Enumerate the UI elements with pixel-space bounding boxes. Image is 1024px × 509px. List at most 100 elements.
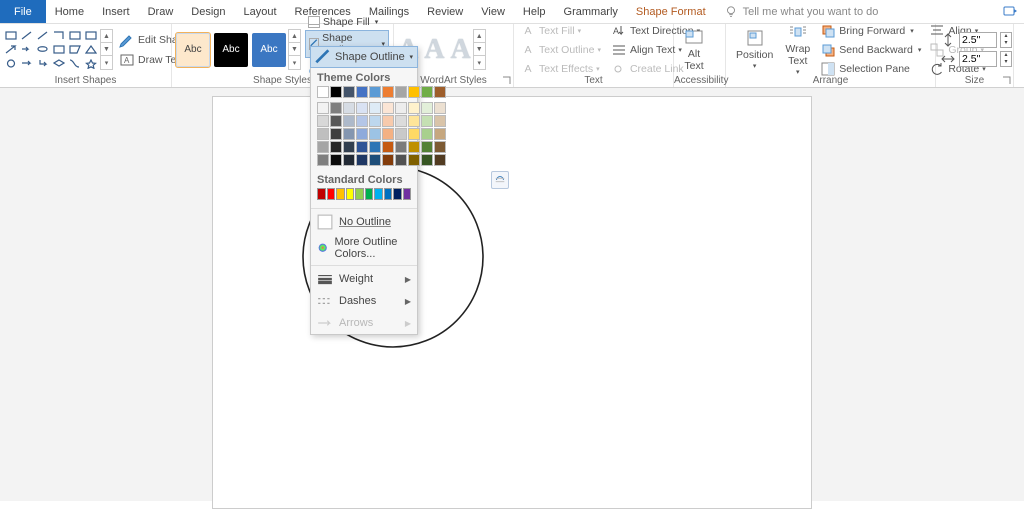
alt-text-button[interactable]: Alt Text xyxy=(678,27,710,72)
color-swatch[interactable] xyxy=(355,188,364,200)
weight-item[interactable]: Weight ▶ xyxy=(311,268,417,290)
gallery-more-icon[interactable]: ▾ xyxy=(289,56,300,69)
color-swatch[interactable] xyxy=(369,86,381,98)
color-swatch[interactable] xyxy=(356,128,368,140)
tab-home[interactable]: Home xyxy=(46,0,93,23)
gallery-down-icon[interactable]: ▼ xyxy=(289,43,300,56)
color-swatch[interactable] xyxy=(384,188,393,200)
tab-file[interactable]: File xyxy=(0,0,46,23)
layout-options-button[interactable] xyxy=(491,171,509,189)
style-tile-1[interactable]: Abc xyxy=(176,33,210,67)
color-swatch[interactable] xyxy=(395,154,407,166)
color-swatch[interactable] xyxy=(356,154,368,166)
color-swatch[interactable] xyxy=(434,86,446,98)
width-input[interactable] xyxy=(959,51,997,67)
color-swatch[interactable] xyxy=(365,188,374,200)
color-swatch[interactable] xyxy=(421,102,433,114)
tab-layout[interactable]: Layout xyxy=(235,0,286,23)
theme-colors-row[interactable] xyxy=(311,86,417,102)
height-input[interactable] xyxy=(959,32,997,48)
shape-outline-header[interactable]: Shape Outline ▾ xyxy=(310,46,418,68)
color-swatch[interactable] xyxy=(382,128,394,140)
color-swatch[interactable] xyxy=(317,188,326,200)
gallery-down-icon[interactable]: ▼ xyxy=(474,43,485,56)
color-swatch[interactable] xyxy=(330,102,342,114)
color-swatch[interactable] xyxy=(434,154,446,166)
color-swatch[interactable] xyxy=(317,102,329,114)
color-swatch[interactable] xyxy=(356,115,368,127)
color-swatch[interactable] xyxy=(330,128,342,140)
tab-view[interactable]: View xyxy=(472,0,514,23)
style-tile-2[interactable]: Abc xyxy=(214,33,248,67)
color-swatch[interactable] xyxy=(317,141,329,153)
wordart-gallery-nav[interactable]: ▲ ▼ ▾ xyxy=(473,29,486,70)
color-swatch[interactable] xyxy=(395,86,407,98)
color-swatch[interactable] xyxy=(382,154,394,166)
height-spinner[interactable]: ▴▾ xyxy=(1000,32,1012,48)
color-swatch[interactable] xyxy=(434,128,446,140)
gallery-up-icon[interactable]: ▲ xyxy=(289,30,300,43)
share-icon[interactable] xyxy=(1002,3,1018,22)
color-swatch[interactable] xyxy=(369,128,381,140)
more-outline-colors-item[interactable]: More Outline Colors... xyxy=(311,233,417,263)
tab-grammarly[interactable]: Grammarly xyxy=(555,0,627,23)
shapes-gallery-nav[interactable]: ▲ ▼ ▾ xyxy=(100,29,113,70)
color-swatch[interactable] xyxy=(343,102,355,114)
dialog-launcher-icon[interactable] xyxy=(502,76,511,85)
color-swatch[interactable] xyxy=(408,86,420,98)
style-tile-3[interactable]: Abc xyxy=(252,33,286,67)
gallery-up-icon[interactable]: ▲ xyxy=(474,30,485,43)
gallery-down-icon[interactable]: ▼ xyxy=(101,43,112,56)
width-spinner[interactable]: ▴▾ xyxy=(1000,51,1012,67)
standard-colors-row[interactable] xyxy=(311,188,417,206)
gallery-more-icon[interactable]: ▾ xyxy=(101,56,112,69)
color-swatch[interactable] xyxy=(395,115,407,127)
color-swatch[interactable] xyxy=(421,86,433,98)
gallery-up-icon[interactable]: ▲ xyxy=(101,30,112,43)
gallery-more-icon[interactable]: ▾ xyxy=(474,56,485,69)
color-swatch[interactable] xyxy=(408,115,420,127)
dashes-item[interactable]: Dashes ▶ xyxy=(311,290,417,312)
color-swatch[interactable] xyxy=(403,188,412,200)
color-swatch[interactable] xyxy=(369,102,381,114)
color-swatch[interactable] xyxy=(408,128,420,140)
document-canvas[interactable] xyxy=(0,88,1024,501)
color-swatch[interactable] xyxy=(346,188,355,200)
color-swatch[interactable] xyxy=(382,102,394,114)
color-swatch[interactable] xyxy=(395,141,407,153)
color-swatch[interactable] xyxy=(382,141,394,153)
bring-forward-button[interactable]: Bring Forward▾ xyxy=(818,22,923,40)
color-swatch[interactable] xyxy=(421,115,433,127)
shapes-gallery[interactable] xyxy=(4,30,98,70)
color-swatch[interactable] xyxy=(317,115,329,127)
height-control[interactable]: ▴▾ xyxy=(940,32,1012,48)
wordart-preset-3[interactable]: A xyxy=(450,34,470,66)
color-swatch[interactable] xyxy=(330,154,342,166)
color-swatch[interactable] xyxy=(317,128,329,140)
color-swatch[interactable] xyxy=(395,102,407,114)
tab-design[interactable]: Design xyxy=(182,0,234,23)
color-swatch[interactable] xyxy=(343,128,355,140)
color-swatch[interactable] xyxy=(343,154,355,166)
color-swatch[interactable] xyxy=(369,141,381,153)
tab-help[interactable]: Help xyxy=(514,0,555,23)
color-swatch[interactable] xyxy=(382,115,394,127)
color-swatch[interactable] xyxy=(395,128,407,140)
color-swatch[interactable] xyxy=(330,86,342,98)
color-swatch[interactable] xyxy=(330,141,342,153)
tell-me-search[interactable]: Tell me what you want to do xyxy=(723,0,879,23)
color-swatch[interactable] xyxy=(327,188,336,200)
position-button[interactable]: Position▾ xyxy=(730,28,779,71)
color-swatch[interactable] xyxy=(393,188,402,200)
color-swatch[interactable] xyxy=(317,86,329,98)
style-gallery-nav[interactable]: ▲ ▼ ▾ xyxy=(288,29,301,70)
color-swatch[interactable] xyxy=(343,115,355,127)
send-backward-button[interactable]: Send Backward▾ xyxy=(818,41,923,59)
color-swatch[interactable] xyxy=(421,128,433,140)
color-swatch[interactable] xyxy=(343,141,355,153)
color-swatch[interactable] xyxy=(408,154,420,166)
tab-insert[interactable]: Insert xyxy=(93,0,139,23)
no-outline-item[interactable]: No Outline xyxy=(311,211,417,233)
color-swatch[interactable] xyxy=(369,115,381,127)
color-swatch[interactable] xyxy=(382,86,394,98)
